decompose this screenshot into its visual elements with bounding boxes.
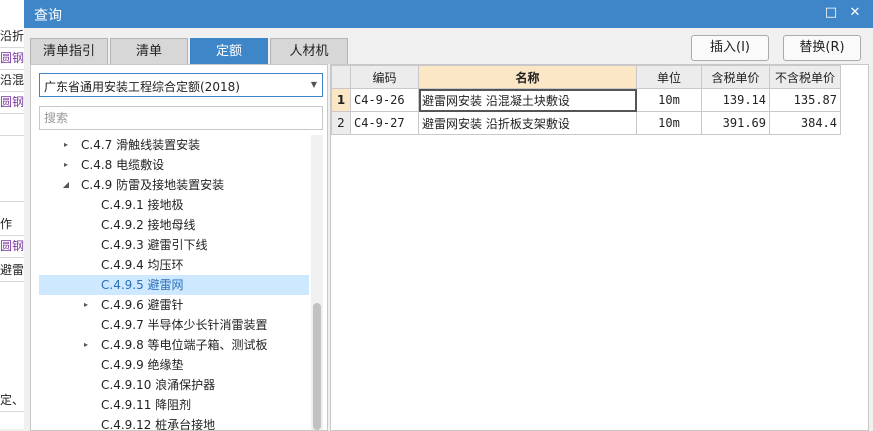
cell-price-notax[interactable]: 135.87 (769, 88, 841, 112)
replace-button[interactable]: 替换(R) (783, 35, 861, 61)
restore-icon[interactable]: □ (824, 6, 838, 20)
expand-arrow-icon[interactable]: ▸ (81, 335, 91, 355)
table-row[interactable]: 1 C4-9-26 避雷网安装 沿混凝土块敷设 10m 139.14 135.8… (331, 88, 841, 112)
column-header-code[interactable]: 编码 (350, 65, 419, 89)
quota-table: 编码 名称 单位 含税单价 不含税单价 1 C4-9-26 避雷网安装 沿混凝土… (331, 65, 841, 135)
expand-arrow-icon[interactable]: ▸ (61, 155, 71, 175)
tree-item[interactable]: C.4.9.7 半导体少长针消雷装置 (39, 315, 309, 335)
cell-price-tax[interactable]: 139.14 (701, 88, 770, 112)
tree-item-label: C.4.9 防雷及接地装置安装 (81, 178, 225, 192)
tree-item-label: C.4.9.8 等电位端子箱、测试板 (101, 338, 268, 352)
cell-price-notax[interactable]: 384.4 (769, 111, 841, 135)
tree-item[interactable]: C.4.9.3 避雷引下线 (39, 235, 309, 255)
tree-item[interactable]: C.4.9.9 绝缘垫 (39, 355, 309, 375)
row-number: 2 (331, 111, 351, 135)
dialog-title: 查询 (34, 8, 62, 24)
tree-item-label: C.4.9.6 避雷针 (101, 298, 184, 312)
tab-bill[interactable]: 清单 (110, 38, 188, 64)
tree-item-label: C.4.9.12 桩承台接地 (101, 418, 216, 430)
tab-quota[interactable]: 定额 (190, 38, 268, 64)
tree-item[interactable]: C.4.9.4 均压环 (39, 255, 309, 275)
tree-item-label: C.4.9.2 接地母线 (101, 218, 196, 232)
tree-item-label: C.4.9.10 浪涌保护器 (101, 378, 216, 392)
row-number: 1 (331, 88, 351, 112)
quota-tree: ▸ C.4.7 滑触线装置安装 ▸ C.4.8 电缆敷设 ◢ C.4.9 防雷及… (39, 135, 309, 430)
tree-scrollbar[interactable] (311, 135, 323, 430)
cell-name[interactable]: 避雷网安装 沿混凝土块敷设 (418, 88, 637, 112)
quota-library-value: 广东省通用安装工程综合定额(2018) (44, 80, 240, 94)
cell-name[interactable]: 避雷网安装 沿折板支架敷设 (418, 111, 637, 135)
search-input[interactable] (39, 106, 323, 130)
tree-item[interactable]: C.4.9.12 桩承台接地 (39, 415, 309, 430)
tree-item[interactable]: C.4.9.1 接地极 (39, 195, 309, 215)
row-number-header (331, 65, 351, 89)
expand-arrow-icon[interactable]: ▸ (81, 295, 91, 315)
tree-item-label: C.4.9.5 避雷网 (101, 278, 184, 292)
column-header-unit[interactable]: 单位 (636, 65, 702, 89)
tree-item-label: C.4.9.3 避雷引下线 (101, 238, 208, 252)
tree-item-label: C.4.9.1 接地极 (101, 198, 184, 212)
quota-tree-panel: 广东省通用安装工程综合定额(2018) ▼ ▸ C.4.7 滑触线装置安装 ▸ … (30, 64, 328, 431)
tree-item[interactable]: ▸ C.4.7 滑触线装置安装 (39, 135, 309, 155)
scrollbar-thumb[interactable] (313, 303, 321, 430)
tree-item-label: C.4.9.11 降阻剂 (101, 398, 192, 412)
cell-code[interactable]: C4-9-27 (350, 111, 419, 135)
cell-unit[interactable]: 10m (636, 111, 702, 135)
table-header-row: 编码 名称 单位 含税单价 不含税单价 (331, 65, 841, 89)
quota-table-panel: 编码 名称 单位 含税单价 不含税单价 1 C4-9-26 避雷网安装 沿混凝土… (330, 64, 869, 431)
tree-item-label: C.4.8 电缆敷设 (81, 158, 165, 172)
tab-labor-material-machine[interactable]: 人材机 (270, 38, 348, 64)
tree-item[interactable]: ▸ C.4.8 电缆敷设 (39, 155, 309, 175)
tree-item-label: C.4.9.9 绝缘垫 (101, 358, 184, 372)
tree-item[interactable]: C.4.9.2 接地母线 (39, 215, 309, 235)
close-icon[interactable]: ✕ (848, 6, 862, 20)
tab-bill-guide[interactable]: 清单指引 (30, 38, 108, 64)
insert-button[interactable]: 插入(I) (691, 35, 769, 61)
expand-arrow-icon[interactable]: ▸ (61, 135, 71, 155)
quota-library-select[interactable]: 广东省通用安装工程综合定额(2018) ▼ (39, 73, 323, 97)
cell-price-tax[interactable]: 391.69 (701, 111, 770, 135)
collapse-arrow-icon[interactable]: ◢ (61, 175, 71, 195)
table-row[interactable]: 2 C4-9-27 避雷网安装 沿折板支架敷设 10m 391.69 384.4 (331, 111, 841, 135)
tree-item[interactable]: ▸ C.4.9.8 等电位端子箱、测试板 (39, 335, 309, 355)
tree-item[interactable]: ▸ C.4.9.6 避雷针 (39, 295, 309, 315)
tree-item-selected[interactable]: C.4.9.5 避雷网 (39, 275, 309, 295)
tree-item[interactable]: C.4.9.10 浪涌保护器 (39, 375, 309, 395)
tree-item-label: C.4.7 滑触线装置安装 (81, 138, 201, 152)
query-dialog: 查询 □ ✕ 清单指引 清单 定额 人材机 插入(I) 替换(R) 广东省通用安… (24, 0, 873, 431)
cell-code[interactable]: C4-9-26 (350, 88, 419, 112)
tree-item-label: C.4.9.7 半导体少长针消雷装置 (101, 318, 268, 332)
title-bar[interactable]: 查询 □ ✕ (24, 0, 873, 28)
column-header-price-tax[interactable]: 含税单价 (701, 65, 770, 89)
cell-unit[interactable]: 10m (636, 88, 702, 112)
column-header-price-notax[interactable]: 不含税单价 (769, 65, 841, 89)
column-header-name[interactable]: 名称 (418, 65, 637, 89)
tree-item[interactable]: C.4.9.11 降阻剂 (39, 395, 309, 415)
chevron-down-icon: ▼ (310, 80, 317, 89)
tree-item-label: C.4.9.4 均压环 (101, 258, 184, 272)
tree-item[interactable]: ◢ C.4.9 防雷及接地装置安装 (39, 175, 309, 195)
